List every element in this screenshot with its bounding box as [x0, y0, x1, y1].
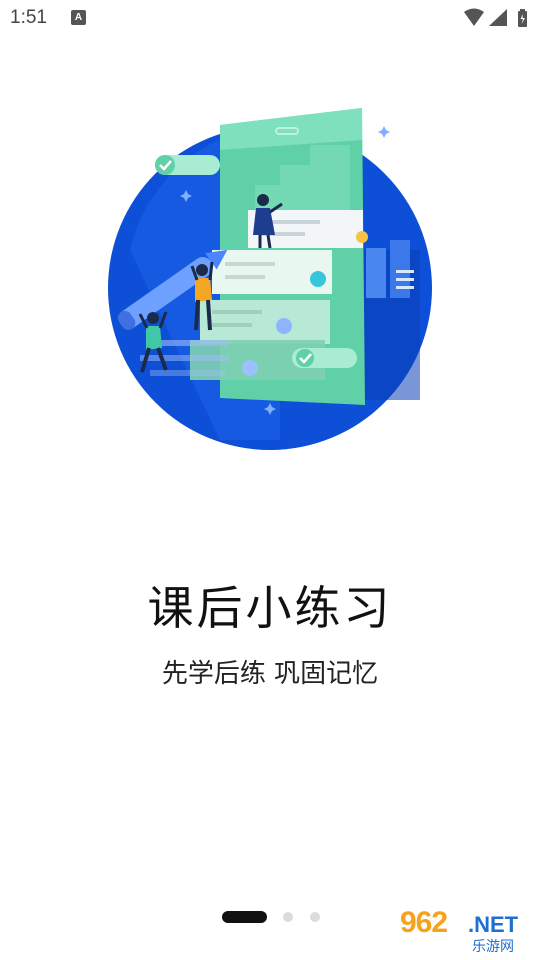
watermark-logo: 962 .NET 乐游网: [400, 906, 536, 956]
onboarding-subtitle: 先学后练 巩固记忆: [161, 659, 379, 689]
status-bar: 1:51 A: [0, 0, 540, 36]
watermark-brand: 962: [400, 906, 448, 939]
signal-icon: [489, 9, 507, 26]
page-dot-active[interactable]: [222, 911, 267, 923]
onboarding-title: 课后小练习: [147, 581, 393, 635]
wifi-icon: [464, 8, 484, 26]
watermark-domain: .NET: [468, 912, 519, 937]
onboarding-illustration: [100, 100, 440, 460]
watermark-name: 乐游网: [472, 939, 514, 955]
page-dot-3[interactable]: [310, 912, 320, 922]
page-dot-2[interactable]: [283, 912, 293, 922]
status-icons: [462, 7, 532, 29]
notification-icon: A: [71, 10, 86, 25]
battery-icon: [518, 9, 527, 27]
status-time: 1:51: [10, 7, 47, 28]
